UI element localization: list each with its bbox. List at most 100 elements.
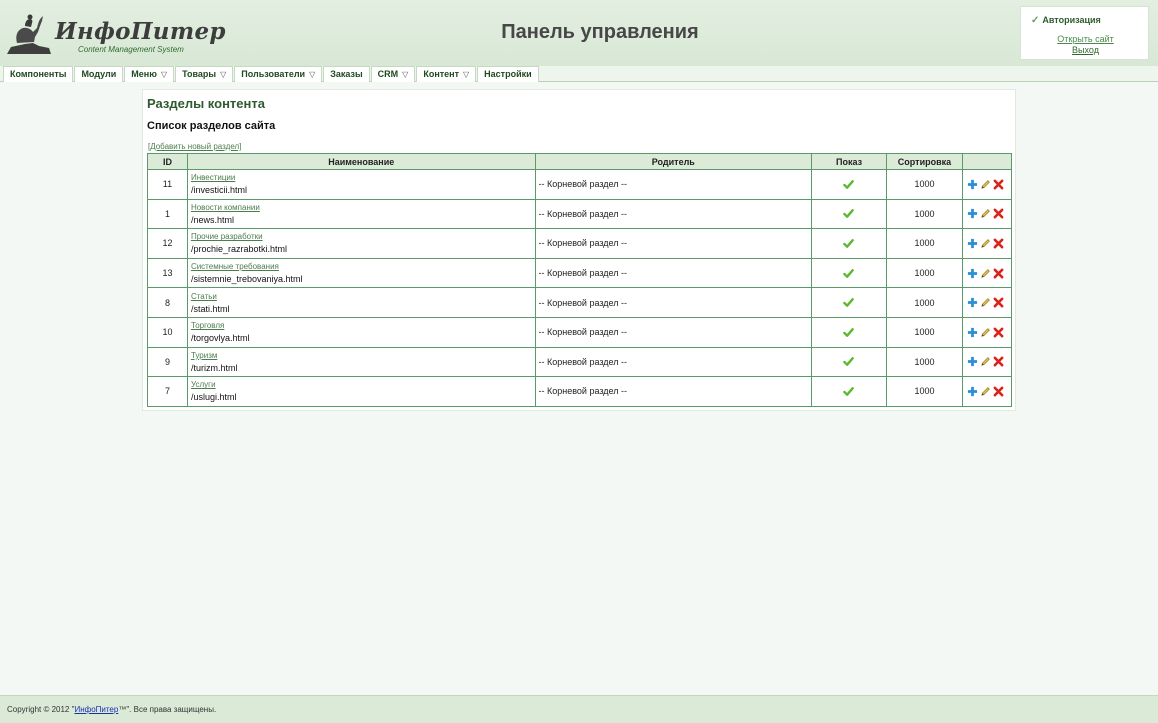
check-icon[interactable] — [842, 297, 856, 308]
check-icon[interactable] — [842, 386, 856, 396]
row-show-cell — [811, 257, 887, 289]
delete-icon[interactable] — [993, 356, 1006, 367]
row-parent: -- Корневой раздел -- — [534, 316, 813, 348]
section-title-link[interactable]: Туризм — [191, 349, 535, 362]
plus-icon[interactable] — [967, 356, 980, 367]
row-sort: 1000 — [886, 376, 963, 407]
section-path: /uslugi.html — [190, 392, 237, 403]
pencil-icon[interactable] — [980, 179, 993, 189]
table-row: 12 Прочие разработки/prochie_razrabotki.h… — [147, 228, 1013, 259]
section-title-link[interactable]: Новости компании — [191, 201, 535, 214]
plus-icon[interactable] — [967, 208, 980, 219]
row-show-cell — [811, 198, 887, 230]
row-sort: 1000 — [886, 257, 963, 289]
table-row: 10 Торговля/torgovlya.html -- Корневой раз… — [147, 316, 1013, 348]
section-title-link[interactable]: Статьи — [191, 290, 535, 303]
section-title-link[interactable]: Инвестиции — [191, 171, 535, 184]
section-heading: Разделы контента — [147, 96, 265, 111]
column-header-sort: Сортировка — [886, 153, 963, 170]
menu-item[interactable]: Настройки — [477, 66, 539, 82]
row-name-cell: Туризм/turizm.html — [186, 346, 536, 378]
delete-icon[interactable] — [993, 386, 1006, 397]
check-icon[interactable] — [842, 327, 856, 337]
pencil-icon[interactable] — [980, 238, 993, 248]
delete-icon[interactable] — [993, 179, 1006, 190]
dropdown-arrow-icon[interactable]: ▽ — [220, 68, 226, 82]
check-icon[interactable] — [842, 268, 856, 278]
row-sort: 1000 — [886, 316, 963, 348]
brand-subtitle: Content Management System — [78, 45, 184, 54]
plus-icon[interactable] — [967, 297, 980, 308]
pencil-icon[interactable] — [980, 268, 993, 278]
dropdown-arrow-icon[interactable]: ▽ — [161, 68, 167, 82]
plus-icon[interactable] — [967, 386, 980, 397]
menu-item[interactable]: Пользователи ▽ — [234, 66, 323, 82]
row-sort: 1000 — [886, 228, 963, 259]
dropdown-arrow-icon[interactable]: ▽ — [309, 68, 315, 82]
plus-icon[interactable] — [967, 238, 980, 249]
page-title: Панель управления — [501, 21, 699, 43]
check-icon[interactable] — [842, 356, 856, 367]
pencil-icon[interactable] — [980, 327, 993, 337]
row-id: 7 — [147, 376, 188, 407]
column-header-name: Наименование — [186, 153, 536, 170]
menu-item[interactable]: Модули — [74, 66, 124, 82]
logout-link[interactable]: Выход — [1021, 45, 1150, 55]
column-header-actions — [961, 153, 1013, 170]
copyright-link[interactable]: ИнфоПитер — [74, 705, 118, 714]
plus-icon[interactable] — [967, 179, 980, 189]
section-title-link[interactable]: Прочие разработки — [191, 230, 535, 243]
row-name-cell: Прочие разработки/prochie_razrabotki.htm… — [186, 228, 536, 259]
check-icon[interactable] — [842, 208, 856, 219]
check-icon[interactable] — [842, 179, 856, 189]
add-section-link[interactable]: [Добавить новый раздел] — [148, 142, 241, 151]
logo[interactable]: ИнфоПитер Content Management System — [5, 10, 225, 58]
section-title-link[interactable]: Торговля — [191, 319, 535, 332]
delete-icon[interactable] — [993, 327, 1006, 338]
section-path: /news.html — [190, 214, 234, 225]
pencil-icon[interactable] — [980, 356, 993, 367]
pencil-icon[interactable] — [980, 208, 993, 219]
content-panel: Разделы контента Список разделов сайта [… — [142, 89, 1016, 411]
row-show-cell — [811, 287, 887, 318]
row-parent: -- Корневой раздел -- — [534, 376, 813, 407]
menu-item-label: CRM — [377, 69, 399, 79]
delete-icon[interactable] — [993, 268, 1006, 279]
row-parent: -- Корневой раздел -- — [534, 228, 813, 259]
row-parent: -- Корневой раздел -- — [534, 287, 813, 318]
menu-item[interactable]: Заказы — [323, 66, 370, 82]
menu-item[interactable]: Компоненты — [3, 66, 74, 82]
menu-item[interactable]: Товары ▽ — [175, 66, 234, 82]
menu-item-label: Меню — [131, 69, 157, 79]
delete-icon[interactable] — [993, 297, 1006, 308]
plus-icon[interactable] — [967, 327, 980, 337]
open-site-link[interactable]: Открыть сайт — [1021, 34, 1150, 44]
section-title-link[interactable]: Услуги — [191, 378, 535, 391]
table-row: 13 Системные требования/sistemnie_trebova… — [147, 257, 1013, 289]
row-sort: 1000 — [886, 346, 963, 378]
dropdown-arrow-icon[interactable]: ▽ — [402, 68, 408, 82]
pencil-icon[interactable] — [980, 386, 993, 396]
delete-icon[interactable] — [993, 238, 1006, 249]
row-sort: 1000 — [886, 169, 963, 200]
section-title-link[interactable]: Системные требования — [191, 260, 535, 273]
menu-item[interactable]: Контент ▽ — [416, 66, 477, 82]
table-row: 8 Статьи/stati.html -- Корневой раздел -- 1… — [147, 287, 1013, 318]
row-id: 11 — [147, 169, 188, 200]
menu-item-label: Заказы — [330, 69, 363, 79]
menu-item[interactable]: CRM ▽ — [370, 66, 416, 82]
row-parent: -- Корневой раздел -- — [534, 257, 813, 289]
section-path: /turizm.html — [190, 362, 238, 373]
row-show-cell — [811, 376, 887, 407]
copyright-prefix: Copyright © 2012 " — [7, 705, 75, 714]
check-icon[interactable] — [842, 238, 856, 248]
pencil-icon[interactable] — [980, 297, 993, 307]
dropdown-arrow-icon[interactable]: ▽ — [463, 68, 469, 82]
section-path: /torgovlya.html — [190, 333, 250, 344]
menu-item[interactable]: Меню ▽ — [124, 66, 175, 82]
row-name-cell: Новости компании/news.html — [186, 198, 536, 230]
plus-icon[interactable] — [967, 268, 980, 278]
delete-icon[interactable] — [993, 208, 1006, 219]
section-path: /investicii.html — [190, 185, 247, 196]
row-parent: -- Корневой раздел -- — [534, 169, 813, 200]
